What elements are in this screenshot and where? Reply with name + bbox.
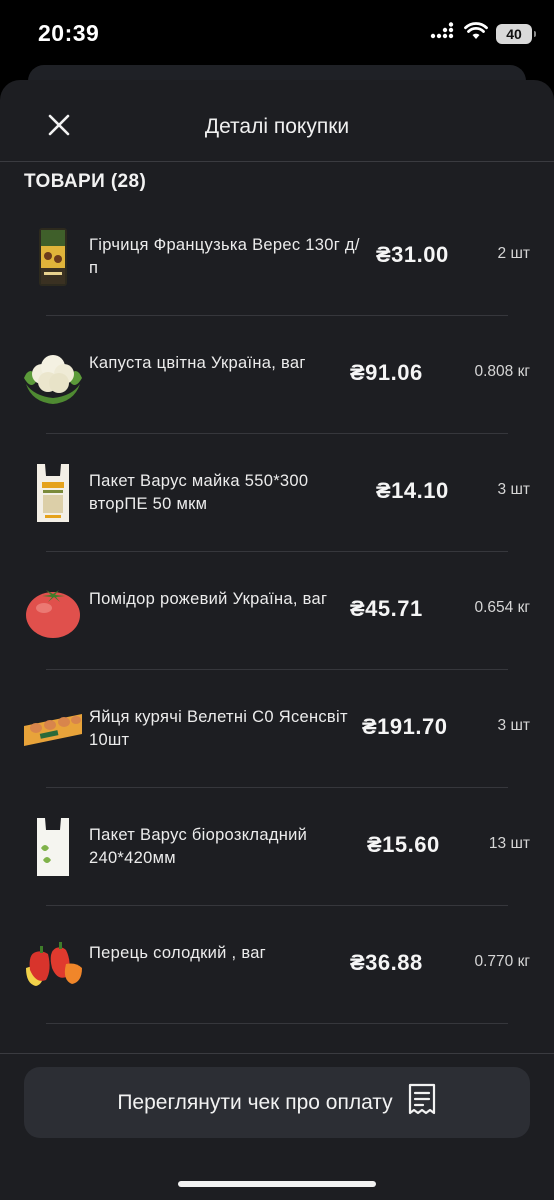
items-section-title: ТОВАРИ (28) (24, 171, 147, 192)
footer-divider (0, 1053, 554, 1054)
battery-indicator: 40 (496, 23, 536, 44)
item-name: Гірчиця Французька Верес 130г д/п (89, 236, 360, 277)
status-icons: 40 (430, 22, 536, 45)
cauliflower-icon (22, 344, 84, 406)
status-bar: 20:39 40 (0, 0, 554, 66)
list-item[interactable]: Капуста цвітна Україна, ваг ₴91.06 0.808… (0, 316, 554, 434)
item-quantity: 0.654 кг (474, 599, 530, 616)
item-price: ₴45.71 (350, 596, 423, 621)
list-item[interactable]: Перець солодкий , ваг ₴36.88 0.770 кг (0, 906, 554, 1024)
egg-carton-icon (22, 698, 84, 760)
item-name: Яйця курячі Велетні С0 Ясенсвіт 10шт (89, 708, 348, 749)
view-receipt-button[interactable]: Переглянути чек про оплату (24, 1067, 530, 1138)
item-price: ₴36.88 (350, 950, 423, 975)
item-quantity: 3 шт (497, 717, 530, 734)
list-item[interactable]: Помідор рожевий Україна, ваг ₴45.71 0.65… (0, 552, 554, 670)
item-name: Капуста цвітна Україна, ваг (89, 354, 306, 372)
item-quantity: 13 шт (488, 835, 530, 852)
item-price: ₴15.60 (367, 832, 440, 857)
list-item[interactable]: Пакет Варус біорозкладний 240*420мм ₴15.… (0, 788, 554, 906)
item-price: ₴14.10 (376, 478, 449, 503)
bell-pepper-icon (22, 934, 84, 996)
wifi-icon (464, 22, 488, 45)
item-quantity: 0.770 кг (474, 953, 530, 970)
home-indicator (178, 1181, 376, 1187)
page-title: Деталі покупки (204, 115, 350, 138)
list-item[interactable]: Яйця курячі Велетні С0 Ясенсвіт 10шт ₴19… (0, 670, 554, 788)
purchase-details-sheet: Деталі покупки ТОВАРИ (28) Гірчиця Франц… (0, 80, 554, 1200)
view-receipt-label: Переглянути чек про оплату (117, 1090, 393, 1114)
receipt-icon (407, 1083, 437, 1122)
item-quantity: 3 шт (497, 481, 530, 498)
item-quantity: 2 шт (497, 245, 530, 262)
items-list: Гірчиця Французька Верес 130г д/п ₴31.00… (0, 198, 554, 1024)
tomato-icon (22, 580, 84, 642)
mustard-jar-icon (22, 226, 84, 288)
cellular-signal-icon (430, 22, 456, 45)
item-name: Помідор рожевий Україна, ваг (89, 590, 328, 608)
status-time: 20:39 (38, 20, 100, 46)
bio-bag-icon (22, 816, 84, 878)
list-item[interactable]: Гірчиця Французька Верес 130г д/п ₴31.00… (0, 198, 554, 316)
list-item[interactable]: Пакет Варус майка 550*300 вторПЕ 50 мкм … (0, 434, 554, 552)
item-name: Пакет Варус майка 550*300 вторПЕ 50 мкм (89, 472, 309, 513)
plastic-bag-icon (22, 462, 84, 524)
item-price: ₴191.70 (362, 714, 448, 739)
sheet-header: Деталі покупки (0, 80, 554, 162)
item-name: Перець солодкий , ваг (89, 944, 267, 962)
item-price: ₴31.00 (376, 242, 449, 267)
item-quantity: 0.808 кг (474, 363, 530, 380)
item-price: ₴91.06 (350, 360, 423, 385)
item-name: Пакет Варус біорозкладний 240*420мм (89, 826, 308, 867)
